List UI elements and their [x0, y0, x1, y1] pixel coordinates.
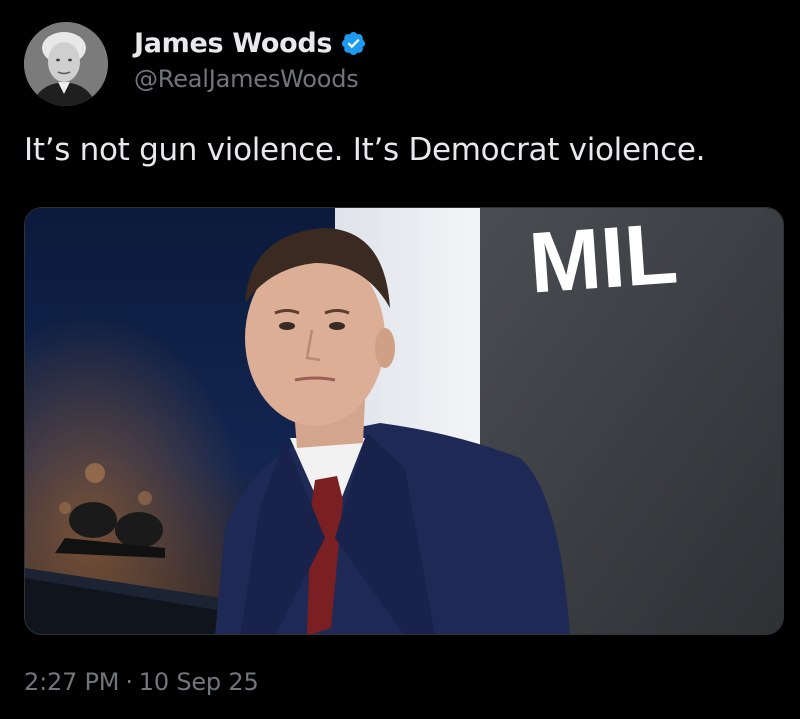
author-info: James Woods @RealJamesWoods	[134, 28, 367, 93]
tweet-date: 10 Sep 25	[138, 668, 259, 696]
timestamp-separator: ·	[125, 668, 133, 696]
author-display-name[interactable]: James Woods	[134, 28, 333, 59]
tweet-media-photo[interactable]: MIL	[24, 207, 784, 635]
author-handle[interactable]: @RealJamesWoods	[134, 65, 367, 93]
media-image: MIL	[25, 208, 783, 634]
tweet-text: It’s not gun violence. It’s Democrat vio…	[24, 132, 706, 168]
avatar-photo	[24, 22, 108, 106]
tweet-time: 2:27 PM	[24, 668, 120, 696]
tweet-timestamp[interactable]: 2:27 PM · 10 Sep 25	[24, 668, 259, 696]
name-row: James Woods	[134, 28, 367, 59]
verified-badge-icon[interactable]	[340, 30, 367, 57]
author-avatar[interactable]	[24, 22, 108, 106]
banner-text: MIL	[526, 208, 680, 312]
tweet-header: James Woods @RealJamesWoods	[24, 22, 784, 106]
